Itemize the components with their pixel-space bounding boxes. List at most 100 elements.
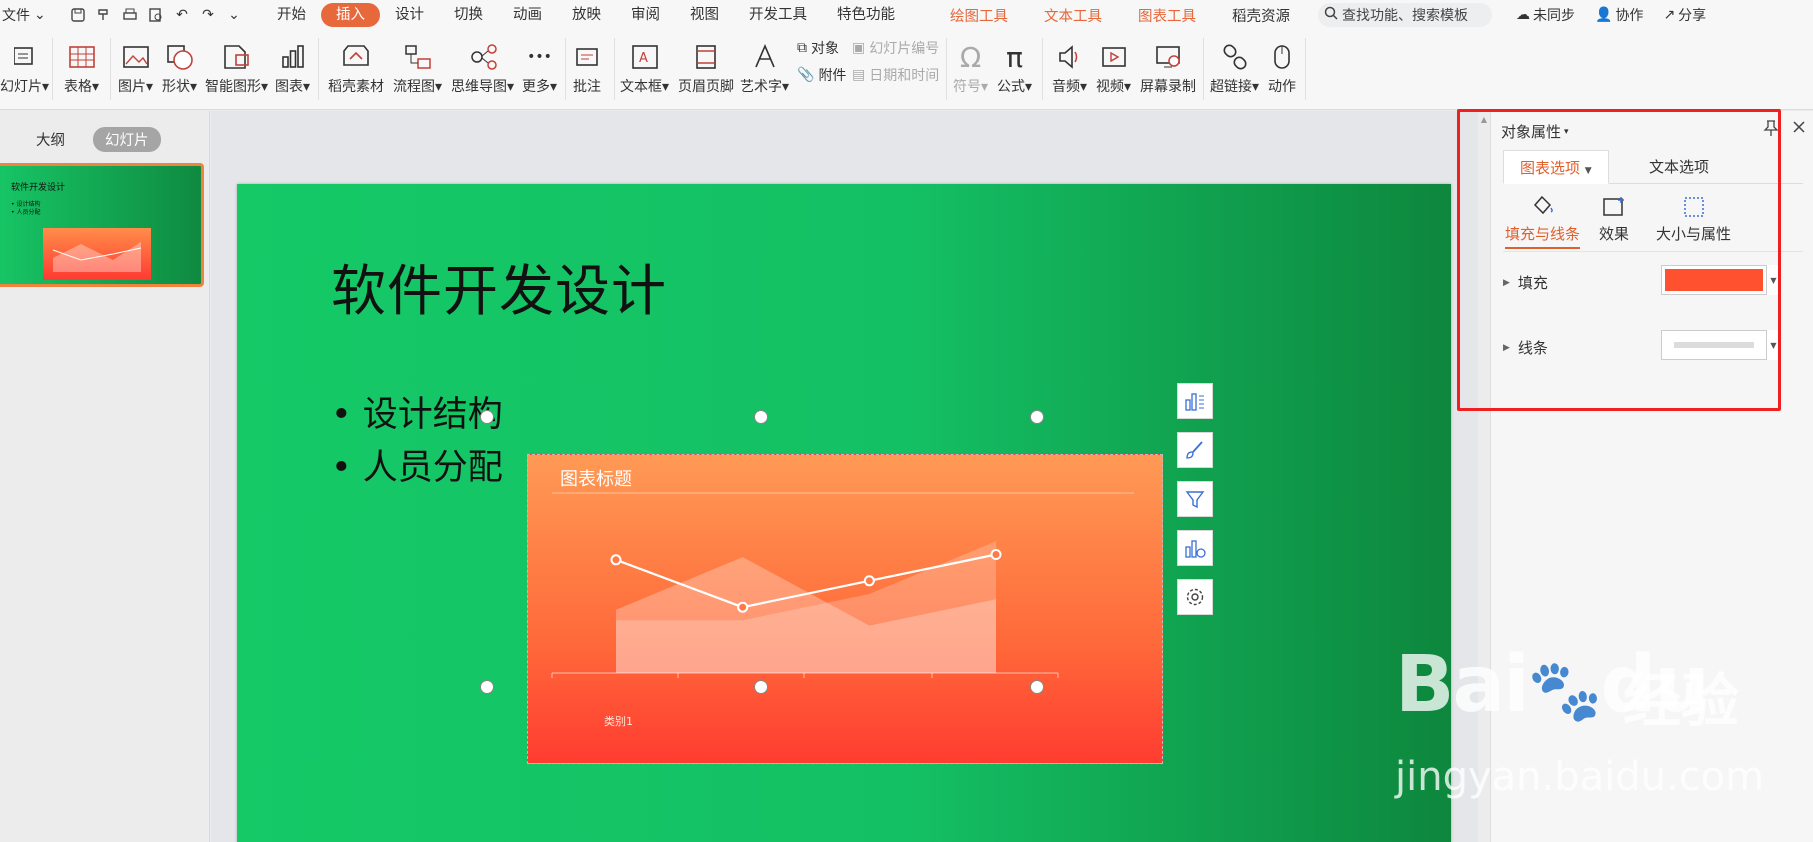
resize-handle-n[interactable] bbox=[754, 410, 768, 424]
comment-button[interactable]: 批注 bbox=[573, 38, 601, 96]
screen-record-label: 屏幕录制 bbox=[1140, 79, 1196, 95]
collab-button[interactable]: 👤 协作 bbox=[1595, 5, 1643, 25]
search-input[interactable]: 查找功能、搜索模板 bbox=[1318, 3, 1492, 27]
tab-insert[interactable]: 插入 bbox=[321, 3, 380, 27]
slide[interactable]: 软件开发设计 设计结构 人员分配 图表标题 类别1 bbox=[237, 184, 1451, 842]
header-footer-button[interactable]: 页眉页脚 bbox=[678, 38, 734, 96]
more-icon: ••• bbox=[527, 49, 552, 65]
smart-art-icon bbox=[222, 38, 252, 76]
daoke-material-button[interactable]: 稻壳素材 bbox=[328, 38, 384, 96]
slide-editing-canvas: 软件开发设计 设计结构 人员分配 图表标题 类别1 bbox=[211, 111, 1478, 842]
text-box-label: 文本框▾ bbox=[620, 79, 670, 95]
sync-label: 未同步 bbox=[1533, 8, 1575, 24]
tab-slideshow[interactable]: 放映 bbox=[557, 3, 616, 27]
new-slide-label: 幻灯片▾ bbox=[0, 79, 50, 95]
chart-filter-icon[interactable] bbox=[1177, 481, 1213, 517]
table-label: 表格▾ bbox=[64, 79, 100, 95]
thumbnail-chart bbox=[43, 228, 151, 280]
chart-side-toolbar bbox=[1177, 383, 1213, 615]
chart-button[interactable]: 图表▾ bbox=[275, 38, 310, 96]
link-icon bbox=[1221, 38, 1249, 76]
picture-button[interactable]: 图片▾ bbox=[118, 38, 153, 96]
tab-drawing-tools[interactable]: 绘图工具 bbox=[932, 5, 1026, 26]
video-button[interactable]: 视频▾ bbox=[1096, 38, 1131, 96]
quick-access-toolbar: ↶ ↷ ⌄ bbox=[68, 5, 244, 25]
search-placeholder: 查找功能、搜索模板 bbox=[1342, 8, 1468, 24]
save-icon[interactable] bbox=[68, 5, 88, 25]
object-button[interactable]: ⧉ 对象 bbox=[797, 38, 839, 58]
customize-toolbar-icon[interactable]: ⌄ bbox=[224, 5, 244, 25]
hyperlink-button[interactable]: 超链接▾ bbox=[1210, 38, 1259, 96]
tab-view[interactable]: 视图 bbox=[675, 3, 734, 27]
chart-object[interactable]: 图表标题 类别1 bbox=[527, 454, 1163, 764]
bullet-item: 设计结构 bbox=[331, 389, 503, 442]
table-button[interactable]: 表格▾ bbox=[64, 38, 99, 96]
tab-text-tools[interactable]: 文本工具 bbox=[1026, 5, 1120, 26]
redo-icon[interactable]: ↷ bbox=[198, 5, 218, 25]
undo-icon[interactable]: ↶ bbox=[172, 5, 192, 25]
slide-number-button[interactable]: ▣ 幻灯片编号 bbox=[852, 38, 939, 58]
picture-icon bbox=[122, 38, 150, 76]
format-painter-icon[interactable] bbox=[94, 5, 114, 25]
chart-data-point bbox=[990, 549, 1002, 560]
chart-online-icon[interactable] bbox=[1177, 530, 1213, 566]
attachment-button[interactable]: 📎 附件 bbox=[797, 65, 846, 85]
tab-daoke-resources[interactable]: 稻壳资源 bbox=[1214, 5, 1308, 26]
new-slide-button[interactable]: 幻灯片▾ bbox=[0, 38, 49, 96]
tab-design[interactable]: 设计 bbox=[380, 3, 439, 27]
flowchart-icon bbox=[403, 38, 433, 76]
tab-home[interactable]: 开始 bbox=[262, 3, 321, 27]
tab-animation[interactable]: 动画 bbox=[498, 3, 557, 27]
slide-title[interactable]: 软件开发设计 bbox=[331, 246, 667, 326]
tab-review[interactable]: 审阅 bbox=[616, 3, 675, 27]
print-preview-icon[interactable] bbox=[146, 5, 166, 25]
material-icon bbox=[341, 38, 371, 76]
chart-style-brush-icon[interactable] bbox=[1177, 432, 1213, 468]
chart-elements-icon[interactable] bbox=[1177, 383, 1213, 419]
word-art-icon bbox=[751, 38, 779, 76]
svg-text:A: A bbox=[639, 51, 648, 66]
tab-special-features[interactable]: 特色功能 bbox=[822, 3, 910, 27]
share-button[interactable]: ↗ 分享 bbox=[1663, 5, 1706, 25]
ribbon-separator bbox=[1203, 38, 1204, 100]
mind-map-button[interactable]: 思维导图▾ bbox=[451, 38, 514, 96]
date-time-button[interactable]: ▤ 日期和时间 bbox=[852, 65, 939, 85]
smart-art-button[interactable]: 智能图形▾ bbox=[205, 38, 268, 96]
resize-handle-sw[interactable] bbox=[480, 680, 494, 694]
baidu-jingyan-watermark: Bai🐾du 经验 jingyan.baidu.com bbox=[1395, 640, 1764, 800]
text-box-button[interactable]: A 文本框▾ bbox=[620, 38, 669, 96]
menu-bar: 文件 ⌄ ↶ ↷ ⌄ 开始 插入 设计 切换 动画 放映 审阅 视图 开发工具 … bbox=[0, 0, 1813, 30]
slide-thumbnail[interactable]: 软件开发设计 • 设计结构 • 人员分配 bbox=[0, 163, 204, 287]
chart-settings-gear-icon[interactable] bbox=[1177, 579, 1213, 615]
tab-developer[interactable]: 开发工具 bbox=[734, 3, 822, 27]
chart-icon bbox=[279, 38, 307, 76]
formula-button[interactable]: π 公式▾ bbox=[997, 38, 1032, 96]
resize-handle-ne[interactable] bbox=[1030, 410, 1044, 424]
tab-chart-tools[interactable]: 图表工具 bbox=[1120, 5, 1214, 26]
view-tabs: 大纲 幻灯片 bbox=[24, 127, 161, 152]
word-art-button[interactable]: 艺术字▾ bbox=[740, 38, 789, 96]
file-menu[interactable]: 文件 ⌄ bbox=[0, 5, 48, 25]
tab-slides[interactable]: 幻灯片 bbox=[93, 127, 161, 152]
slide-bullet-list[interactable]: 设计结构 人员分配 bbox=[331, 389, 503, 495]
resize-handle-se[interactable] bbox=[1030, 680, 1044, 694]
audio-button[interactable]: 音频▾ bbox=[1052, 38, 1087, 96]
chart-data-point bbox=[610, 554, 622, 566]
print-icon[interactable] bbox=[120, 5, 140, 25]
action-button[interactable]: 动作 bbox=[1268, 38, 1296, 96]
tab-transitions[interactable]: 切换 bbox=[439, 3, 498, 27]
flowchart-button[interactable]: 流程图▾ bbox=[393, 38, 442, 96]
symbol-button[interactable]: Ω 符号▾ bbox=[953, 38, 988, 96]
comment-label: 批注 bbox=[573, 79, 601, 95]
screen-record-button[interactable]: 屏幕录制 bbox=[1140, 38, 1196, 96]
video-icon bbox=[1100, 38, 1128, 76]
account-links: ☁ 未同步 👤 协作 ↗ 分享 bbox=[1516, 5, 1706, 25]
more-button[interactable]: ••• 更多▾ bbox=[522, 38, 557, 96]
shape-button[interactable]: 形状▾ bbox=[162, 38, 197, 96]
resize-handle-s[interactable] bbox=[754, 680, 768, 694]
resize-handle-nw[interactable] bbox=[480, 410, 494, 424]
object-icon: ⧉ bbox=[797, 40, 807, 56]
close-icon[interactable] bbox=[1791, 119, 1807, 139]
tab-outline[interactable]: 大纲 bbox=[24, 127, 77, 152]
sync-button[interactable]: ☁ 未同步 bbox=[1516, 5, 1575, 25]
